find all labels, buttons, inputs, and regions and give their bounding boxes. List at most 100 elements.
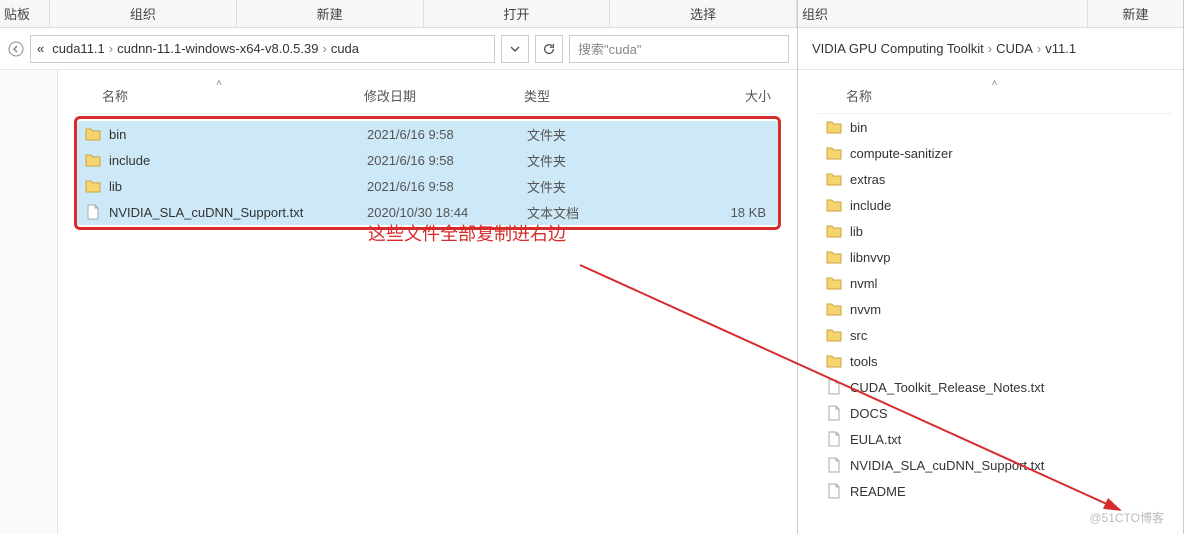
file-row[interactable]: lib2021/6/16 9:58文件夹 [77,173,778,199]
file-row[interactable]: bin [818,114,1171,140]
address-bar-row-right: VIDIA GPU Computing Toolkit › CUDA › v11… [798,28,1183,70]
col-header-name[interactable]: ˄ 名称 [74,86,364,105]
file-row[interactable]: NVIDIA_SLA_cuDNN_Support.txt [818,452,1171,478]
file-row[interactable]: EULA.txt [818,426,1171,452]
chevron-right-icon: › [109,41,113,56]
file-name: tools [850,354,1171,369]
refresh-button[interactable] [535,35,563,63]
file-row[interactable]: include [818,192,1171,218]
folder-icon [824,171,844,187]
file-name: NVIDIA_SLA_cuDNN_Support.txt [109,205,367,220]
navigation-tree-stub[interactable] [0,70,58,534]
file-name: DOCS [850,406,1171,421]
file-name: nvvm [850,302,1171,317]
file-name: lib [109,179,367,194]
file-date: 2020/10/30 18:44 [367,205,527,220]
nav-back-icon[interactable] [8,41,24,57]
crumb[interactable]: cuda [331,41,359,56]
breadcrumb-right[interactable]: VIDIA GPU Computing Toolkit › CUDA › v11… [806,35,1175,63]
annotation-text: 这些文件全部复制进右边 [368,220,566,246]
col-header-type[interactable]: 类型 [524,86,644,105]
search-input[interactable]: 搜索"cuda" [569,35,789,63]
column-headers: ˄ 名称 修改日期 类型 大小 [74,82,781,114]
ribbon-group-organize[interactable]: 组织 [50,0,237,27]
file-row[interactable]: README [818,478,1171,504]
dropdown-history-button[interactable] [501,35,529,63]
file-row[interactable]: nvvm [818,296,1171,322]
ribbon-group-open[interactable]: 打开 [424,0,611,27]
file-row[interactable]: bin2021/6/16 9:58文件夹 [77,121,778,147]
file-type: 文件夹 [527,151,647,170]
file-row[interactable]: lib [818,218,1171,244]
file-name: libnvvp [850,250,1171,265]
crumb[interactable]: v11.1 [1045,41,1076,56]
file-row[interactable]: libnvvp [818,244,1171,270]
left-explorer-window: 贴板 组织 新建 打开 选择 « cuda11.1 › cudnn-11.1-w… [0,0,798,534]
file-name: NVIDIA_SLA_cuDNN_Support.txt [850,458,1171,473]
folder-icon [824,145,844,161]
breadcrumb-prefix: « [37,41,44,56]
highlight-box: bin2021/6/16 9:58文件夹include2021/6/16 9:5… [74,116,781,230]
col-header-size[interactable]: 大小 [644,86,781,105]
text-file-icon [824,379,844,395]
col-header-name[interactable]: ˄ 名称 [818,86,1171,105]
watermark: @51CTO博客 [1089,509,1164,526]
file-name: nvml [850,276,1171,291]
file-name: CUDA_Toolkit_Release_Notes.txt [850,380,1171,395]
file-date: 2021/6/16 9:58 [367,179,527,194]
breadcrumb-left[interactable]: « cuda11.1 › cudnn-11.1-windows-x64-v8.0… [30,35,495,63]
file-row[interactable]: include2021/6/16 9:58文件夹 [77,147,778,173]
file-name: src [850,328,1171,343]
text-file-icon [824,405,844,421]
file-row[interactable]: src [818,322,1171,348]
file-row[interactable]: tools [818,348,1171,374]
column-headers: ˄ 名称 [818,82,1171,114]
file-date: 2021/6/16 9:58 [367,153,527,168]
crumb[interactable]: CUDA [996,41,1033,56]
address-bar-row-left: « cuda11.1 › cudnn-11.1-windows-x64-v8.0… [0,28,797,70]
crumb[interactable]: cuda11.1 [52,41,105,56]
folder-icon [824,275,844,291]
chevron-right-icon: › [1037,41,1041,56]
ribbon-group-clipboard[interactable]: 贴板 [0,0,50,27]
sort-ascending-icon: ˄ [216,78,222,89]
file-name: include [109,153,367,168]
file-name: EULA.txt [850,432,1171,447]
file-name: compute-sanitizer [850,146,1171,161]
file-name: README [850,484,1171,499]
chevron-right-icon: › [988,41,992,56]
text-file-icon [824,457,844,473]
file-row[interactable]: DOCS [818,400,1171,426]
text-file-icon [83,204,103,220]
text-file-icon [824,483,844,499]
file-type: 文本文档 [527,203,647,222]
file-date: 2021/6/16 9:58 [367,127,527,142]
crumb[interactable]: cudnn-11.1-windows-x64-v8.0.5.39 [117,41,318,56]
file-size: 18 KB [647,205,778,220]
folder-icon [824,119,844,135]
file-name: bin [850,120,1171,135]
file-list-right: ˄ 名称 bin compute-sanitizer extras include li… [798,70,1183,534]
ribbon-group-new[interactable]: 新建 [1088,0,1183,27]
file-name: lib [850,224,1171,239]
file-row[interactable]: compute-sanitizer [818,140,1171,166]
folder-icon [824,249,844,265]
file-row[interactable]: CUDA_Toolkit_Release_Notes.txt [818,374,1171,400]
file-row[interactable]: nvml [818,270,1171,296]
text-file-icon [824,431,844,447]
sort-ascending-icon: ˄ [992,78,998,89]
file-type: 文件夹 [527,125,647,144]
folder-icon [824,327,844,343]
ribbon-group-organize[interactable]: 组织 [798,0,1088,27]
col-header-date[interactable]: 修改日期 [364,86,524,105]
folder-icon [824,301,844,317]
file-type: 文件夹 [527,177,647,196]
folder-icon [824,197,844,213]
ribbon-group-select[interactable]: 选择 [610,0,797,27]
file-name: include [850,198,1171,213]
crumb[interactable]: VIDIA GPU Computing Toolkit [812,41,984,56]
file-list-left: ˄ 名称 修改日期 类型 大小 bin2021/6/16 9:58文件夹incl… [58,70,797,534]
file-row[interactable]: extras [818,166,1171,192]
folder-icon [83,126,103,142]
ribbon-group-new[interactable]: 新建 [237,0,424,27]
